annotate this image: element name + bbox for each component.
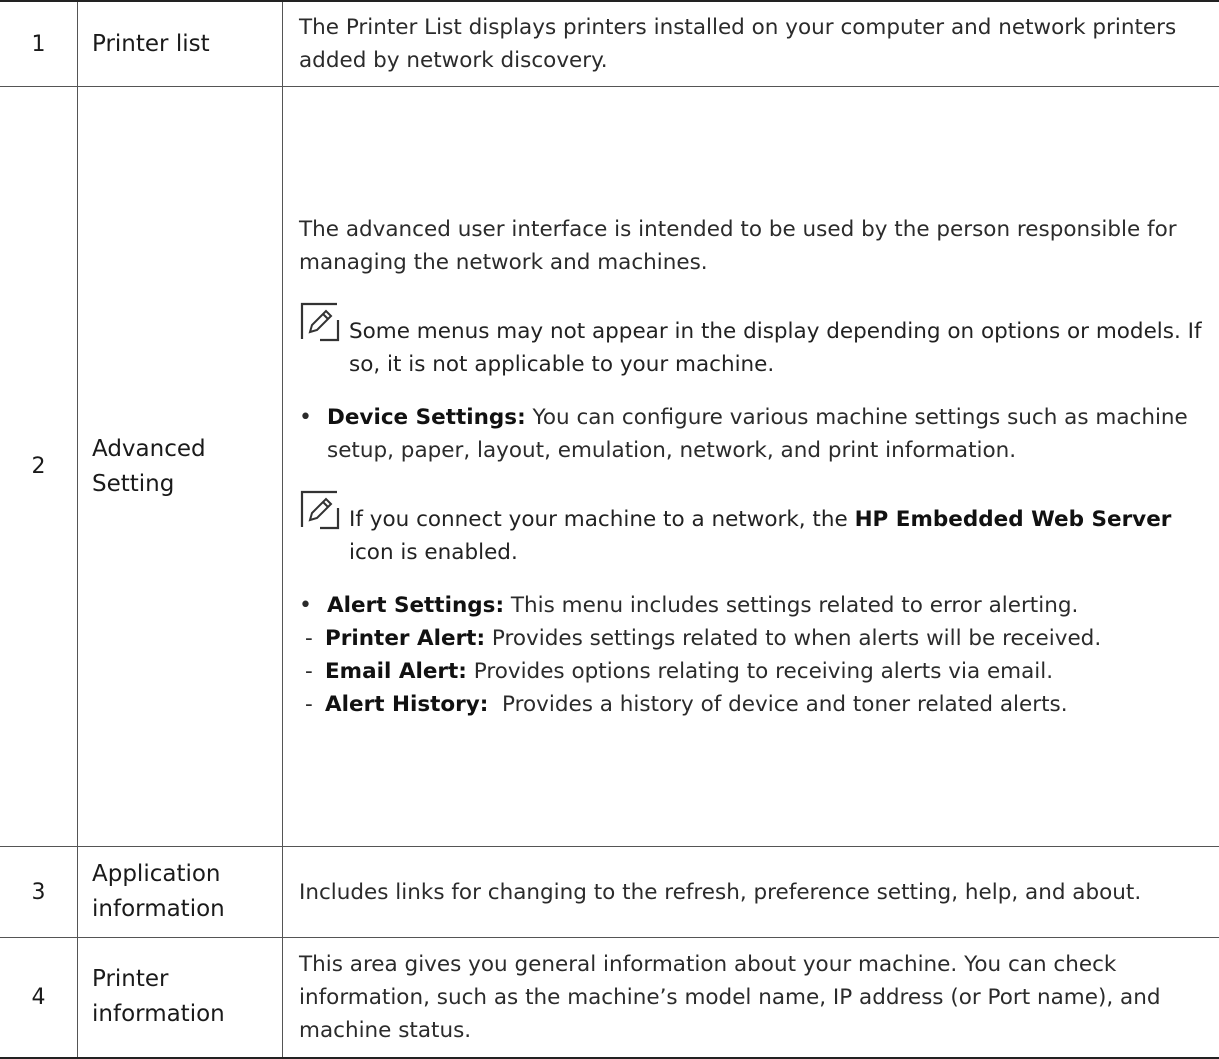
sub-item-text: Printer Alert: Provides settings related… <box>325 622 1101 655</box>
note-pencil-icon <box>299 301 341 343</box>
note-text-before: If you connect your machine to a network… <box>349 507 855 532</box>
device-settings-label: Device Settings: <box>327 405 526 430</box>
list-item-text: Device Settings: You can configure vario… <box>327 401 1205 467</box>
sub-item-printer-alert: - Printer Alert: Provides settings relat… <box>299 622 1205 655</box>
email-alert-text: Provides options relating to receiving a… <box>467 659 1053 684</box>
row-name: Advanced Setting <box>78 432 282 502</box>
row-name: Printer information <box>78 962 282 1032</box>
row-name-cell: Printer list <box>78 1 283 87</box>
row-number-cell: 2 <box>0 87 78 847</box>
note-pencil-icon <box>299 489 341 531</box>
row-number-cell: 3 <box>0 847 78 938</box>
alert-settings-label: Alert Settings: <box>327 593 504 618</box>
dash-mark: - <box>305 688 325 721</box>
table-row: 1 Printer list The Printer List displays… <box>0 1 1219 87</box>
row-description-cell: The Printer List displays printers insta… <box>283 1 1219 87</box>
row-number: 4 <box>32 985 46 1010</box>
note-text: If you connect your machine to a network… <box>349 489 1205 569</box>
bullet-icon: • <box>299 401 327 467</box>
note-text: Some menus may not appear in the display… <box>349 301 1205 381</box>
list-item-device-settings: • Device Settings: You can configure var… <box>299 401 1205 467</box>
row-description: Includes links for changing to the refre… <box>299 876 1205 909</box>
bullet-icon: • <box>299 589 327 622</box>
sub-item-text: Email Alert: Provides options relating t… <box>325 655 1053 688</box>
row-name-cell: Printer information <box>78 938 283 1058</box>
sub-item-email-alert: - Email Alert: Provides options relating… <box>299 655 1205 688</box>
row-number: 2 <box>32 454 46 479</box>
sub-item-alert-history: - Alert History: Provides a history of d… <box>299 688 1205 721</box>
row-name-cell: Advanced Setting <box>78 87 283 847</box>
table-row: 2 Advanced Setting The advanced user int… <box>0 87 1219 847</box>
note-block: If you connect your machine to a network… <box>299 489 1205 569</box>
sub-item-text: Alert History: Provides a history of dev… <box>325 688 1068 721</box>
description-table: 1 Printer list The Printer List displays… <box>0 0 1219 1059</box>
row-description: The Printer List displays printers insta… <box>299 11 1205 77</box>
row-number: 3 <box>32 880 46 905</box>
row-description: This area gives you general information … <box>299 948 1205 1047</box>
alert-history-text: Provides a history of device and toner r… <box>488 692 1067 717</box>
list-item-alert-settings: • Alert Settings: This menu includes set… <box>299 589 1205 622</box>
table-row: 4 Printer information This area gives yo… <box>0 938 1219 1058</box>
hp-ews-label: HP Embedded Web Server <box>855 507 1172 532</box>
row-description-cell: This area gives you general information … <box>283 938 1219 1058</box>
row-description-cell: Includes links for changing to the refre… <box>283 847 1219 938</box>
dash-mark: - <box>305 622 325 655</box>
row-number-cell: 4 <box>0 938 78 1058</box>
printer-alert-label: Printer Alert: <box>325 626 485 651</box>
row-number-cell: 1 <box>0 1 78 87</box>
alert-settings-text: This menu includes settings related to e… <box>504 593 1078 618</box>
list-item-text: Alert Settings: This menu includes setti… <box>327 589 1078 622</box>
row-number: 1 <box>32 32 46 57</box>
row-name-cell: Application information <box>78 847 283 938</box>
table-row: 3 Application information Includes links… <box>0 847 1219 938</box>
row-name: Application information <box>78 857 282 927</box>
dash-mark: - <box>305 655 325 688</box>
row-name: Printer list <box>78 27 282 62</box>
row-description-cell: The advanced user interface is intended … <box>283 87 1219 847</box>
note-block: Some menus may not appear in the display… <box>299 301 1205 381</box>
advanced-intro: The advanced user interface is intended … <box>299 213 1205 279</box>
note-text-after: icon is enabled. <box>349 540 518 565</box>
email-alert-label: Email Alert: <box>325 659 467 684</box>
alert-history-label: Alert History: <box>325 692 488 717</box>
printer-alert-text: Provides settings related to when alerts… <box>485 626 1101 651</box>
